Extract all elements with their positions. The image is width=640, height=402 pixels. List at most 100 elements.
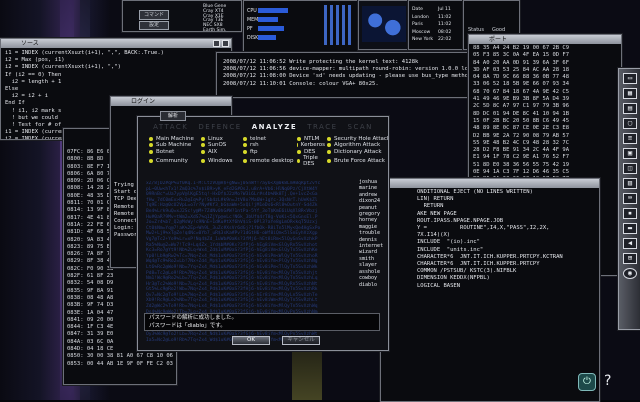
top-status-window[interactable]: コマンド 設定 Blue Gene Cray XT4 Cray X1E Cray T3… [122,0,242,32]
tab-trace[interactable]: TRACE [307,123,337,131]
clock-time: Jul 11 [438,7,451,12]
legend-item: Brute Force Attack [327,155,388,168]
document-icon[interactable]: ≡ [623,133,637,144]
world-clock-window[interactable]: Date Jul 11 London 11:02 Paris 11:02 Moscow 08:… [408,0,465,50]
hex-line: 3D AF 03 53 25 84 AC AA 28 18 [473,66,570,73]
dictionary-word-list: joshua marine andrew dixon24 peanut gregory ho… [359,179,383,288]
kernel-log-window[interactable]: 2008/07/12 11:06:52 Write protecting the… [216,52,506,98]
word-item: trouble [359,230,381,237]
code-line: CHARACTER*6 JNT.IT.ICH.KUPPER.PRTCPY [417,261,540,268]
hex-line: 0E 94 1A C3 7F 12 D6 46 35 C5 [473,169,570,176]
legend-label: Community [156,158,188,165]
legend-item: Community [149,155,199,168]
result-message-box: パスワードの解析に成功しました。 パスワードは「diablo」です。 [144,313,380,331]
clock-row: Moscow 08:02 [412,29,451,37]
hex-line: 48 89 8E 0C 87 CE 0E 2E C3 E8 [473,125,570,132]
legend-label: Brute Force Attack [334,158,385,165]
close-button[interactable] [222,40,229,47]
hex-line: 15 0F 2B BC 20 50 8B C6 49 45 [473,117,570,124]
tab-attack[interactable]: ATTACK [153,123,188,131]
grid-icon[interactable]: ▤ [623,103,637,114]
legend-dot-icon [201,149,205,154]
legend-item: Triple DES [297,155,325,168]
code-line: i2 = length + 1 [5,78,62,85]
hex-line: D2 BB 9E 2A 72 90 08 79 AB 57 [473,132,570,139]
port-titlebar[interactable]: ポート [469,35,621,44]
legend-label: Windows [208,158,233,165]
speaker-icon[interactable]: ◀ [623,238,637,249]
login-title: ログイン [131,98,156,105]
fortran-code-text: ONDITIONAL EJECT (NO LINES WRITTEN) LIN) … [381,188,599,291]
hex-line: 84 A0 20 AA 0D 91 39 6A 3F 6F [473,59,570,66]
dialog-title-tab: 解析 [160,111,186,121]
legend-dot-icon [149,137,153,142]
folder-icon[interactable]: ▢ [623,118,637,129]
lock-icon[interactable]: ▪ [623,208,637,219]
terminal-icon[interactable]: ▣ [623,148,637,159]
tab-defence[interactable]: DEFENCE [198,123,241,131]
top-panel-button[interactable]: コマンド [139,10,169,20]
ok-button[interactable]: OK [232,336,270,345]
window-icon[interactable]: ◫ [623,163,637,174]
monitor-icon[interactable]: ▭ [623,73,637,84]
result-message-line1: パスワードの解析に成功しました。 [149,315,238,321]
hex-line: 0853: 00 44 AB 1E 9F 0F FE C2 03 86 [67,360,177,367]
clock-row: Paris 11:02 [412,21,451,29]
supercomputer-item: Earth Sim. [203,27,227,32]
tab-analyze[interactable]: ANALYZE [252,123,298,131]
mode-tabs[interactable]: ATTACK DEFENCE ANALYZE TRACE SCAN [138,123,388,131]
network-icon[interactable]: ⊞ [623,253,637,264]
hex-line: 88 35 A4 24 B2 19 00 67 2B C9 [473,45,570,51]
legend-label: remote desktop [250,158,294,165]
monitor-label: DISK [247,36,259,41]
code-line: COMMON /PSTSUB/ KSTC(3).NIFBLK [417,268,517,275]
legend-dot-icon [201,143,205,148]
drive-icon[interactable]: ▬ [623,223,637,234]
legend-item: remote desktop [243,155,295,168]
code-titlebar[interactable] [381,179,599,188]
legend-dot-icon [201,159,205,164]
clock-time: 08:02 [438,29,452,35]
log-line: 2008/07/12 11:06:52 Write protecting the… [223,59,419,65]
legend-item: Windows [201,155,241,168]
help-icon[interactable]: ? [604,372,616,390]
hex-line: 68 70 67 84 18 67 4A 9E 42 C5 [473,88,570,95]
minimize-button[interactable] [213,40,220,47]
monitor-rows: CPU MEM PF DISK [247,7,258,43]
analyze-dialog[interactable]: ATTACK DEFENCE ANALYZE TRACE SCAN Main Machi… [137,116,389,351]
log-line: 2008/07/12 11:06:56 device-mapper: multi… [223,66,485,73]
clock-time: 22:02 [438,37,452,43]
legend-dot-icon [327,137,331,142]
legend-dot-icon [297,149,301,154]
fortran-code-window[interactable]: ONDITIONAL EJECT (NO LINES WRITTEN) LIN) … [380,178,600,402]
cancel-button[interactable]: キャンセル [282,336,320,345]
code-line: Y = ROUTINE",I4,X,"PASS",I2,2X, [417,225,550,232]
code-line: INCLUDE "units.inc" [417,246,484,253]
world-map-window[interactable] [358,0,410,50]
hex-line: 2C 5D 8C A7 97 C1 97 79 3B 96 [473,103,570,110]
monitor-label: CPU [247,9,257,14]
hex-line: 28 D2 F8 BE 91 34 2C 4A 4F 9A [473,147,570,154]
mem-bar [258,17,278,22]
power-icon[interactable]: ⏻ [578,373,596,391]
code-line: AKE NEW PAGE [417,210,457,217]
right-toolbar[interactable]: ▭ ▦ ▤ ▢ ≡ ▣ ◫ ▥ ⌨ ▪ ▬ ◀ ⊞ ◉ [618,68,640,330]
login-titlebar[interactable]: ログイン [111,97,231,106]
clock-city: Moscow [412,29,431,35]
code-line: i2 = Max (pos, i1) [5,57,65,64]
clock-city: Paris [412,22,423,28]
legend-dot-icon [243,149,247,154]
log-line: 2008/07/12 11:10:01 Console: colour VGA+… [223,80,379,87]
supercomputer-list: Blue Gene Cray XT4 Cray X1E Cray T3E NEC SX8… [203,4,227,32]
tab-scan[interactable]: SCAN [348,123,373,131]
chip-icon[interactable]: ▦ [623,88,637,99]
top-panel-settings-button[interactable]: 設定 [139,21,169,30]
source-titlebar[interactable]: ソース [1,39,231,48]
legend-dot-icon [297,137,301,142]
keyboard-icon[interactable]: ⌨ [623,193,637,204]
globe-icon[interactable]: ◉ [623,268,637,279]
clock-row: London 11:02 [412,14,451,22]
pf-bar [258,26,284,31]
chart-icon[interactable]: ▥ [623,178,637,189]
code-line: i2 = INDEX (currentXsuxt(i+1), ",") [5,64,121,71]
